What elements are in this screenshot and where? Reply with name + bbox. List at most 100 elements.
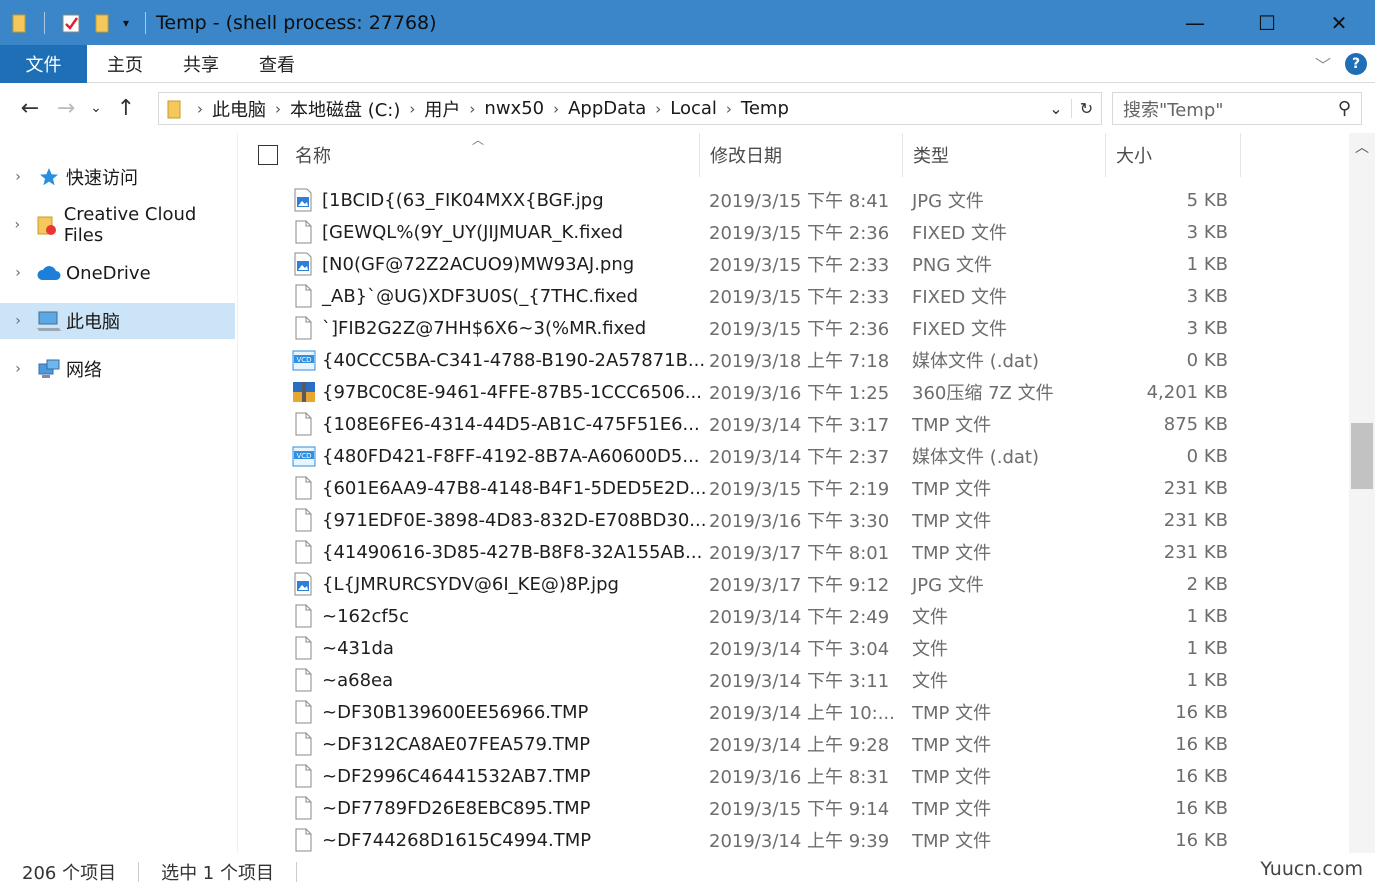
file-row[interactable]: {108E6FE6-4314-44D5-AB1C-475F51E6... 2019… (240, 408, 1348, 440)
file-row[interactable]: ~DF2996C46441532AB7.TMP 2019/3/16 上午 8:31… (240, 760, 1348, 792)
breadcrumb-users[interactable]: 用户 (419, 96, 465, 122)
breadcrumb-separator-icon[interactable]: › (193, 100, 207, 118)
file-size: 16 KB (1175, 829, 1228, 851)
file-date: 2019/3/14 下午 2:49 (709, 607, 890, 628)
tab-file[interactable]: 文件 (0, 44, 87, 83)
file-row[interactable]: {41490616-3D85-427B-B8F8-32A155AB... 2019… (240, 536, 1348, 568)
breadcrumb-user[interactable]: nwx50 (479, 98, 549, 119)
breadcrumb-separator-icon[interactable]: › (549, 100, 563, 118)
breadcrumb-temp[interactable]: Temp (736, 98, 794, 119)
expand-chevron-icon[interactable]: › (0, 265, 36, 281)
address-history-chevron-icon[interactable]: ⌄ (1041, 99, 1071, 118)
search-icon[interactable]: ⚲ (1338, 98, 1351, 119)
breadcrumb-separator-icon[interactable]: › (651, 100, 665, 118)
file-size: 16 KB (1175, 733, 1228, 755)
minimize-button[interactable]: — (1159, 0, 1231, 45)
breadcrumb-local-disk[interactable]: 本地磁盘 (C:) (285, 96, 405, 122)
archive-file-icon (292, 380, 315, 404)
file-type: TMP 文件 (912, 703, 992, 724)
expand-chevron-icon[interactable]: › (0, 169, 36, 185)
file-row[interactable]: `]FIB2G2Z@7HH$6X6~3(%MR.fixed 2019/3/15 下… (240, 312, 1348, 344)
sidebar-item-this-pc[interactable]: › 此电脑 (0, 303, 235, 339)
file-row[interactable]: ~DF744268D1615C4994.TMP 2019/3/14 上午 9:39… (240, 824, 1348, 854)
address-box[interactable]: › 此电脑 › 本地磁盘 (C:) › 用户 › nwx50 › AppData… (158, 92, 1102, 125)
breadcrumb-separator-icon[interactable]: › (271, 100, 285, 118)
file-type: TMP 文件 (912, 831, 992, 852)
expand-ribbon-chevron-icon[interactable]: ﹀ (1315, 52, 1331, 76)
file-row[interactable]: [GEWQL%(9Y_UY(JIJMUAR_K.fixed 2019/3/15 下… (240, 216, 1348, 248)
close-button[interactable]: ✕ (1303, 0, 1375, 45)
navigation-pane: › 快速访问 › Creative Cloud Files › OneDrive… (0, 133, 238, 853)
vertical-scrollbar[interactable]: ︿ (1349, 133, 1375, 853)
column-header-name[interactable]: 名称 (285, 133, 700, 177)
file-row[interactable]: VCD {40CCC5BA-C341-4788-B190-2A57871B... 2… (240, 344, 1348, 376)
file-date: 2019/3/17 下午 9:12 (709, 575, 890, 596)
customize-toolbar-chevron-icon[interactable]: ▾ (123, 16, 129, 30)
sidebar-item-onedrive[interactable]: › OneDrive (0, 255, 235, 291)
sidebar-item-network[interactable]: › 网络 (0, 351, 235, 387)
file-name: {971EDF0E-3898-4D83-832D-E708BD30... (322, 509, 707, 531)
file-row[interactable]: _AB}`@UG)XDF3U0S(_{7THC.fixed 2019/3/15 下… (240, 280, 1348, 312)
scroll-up-arrow-icon[interactable]: ︿ (1349, 137, 1375, 163)
breadcrumb-local[interactable]: Local (665, 98, 722, 119)
file-type: FIXED 文件 (912, 319, 1007, 340)
file-size: 3 KB (1186, 221, 1228, 243)
file-size: 875 KB (1163, 413, 1228, 435)
breadcrumb-separator-icon[interactable]: › (465, 100, 479, 118)
sidebar-item-creative-cloud-files[interactable]: › Creative Cloud Files (0, 204, 235, 246)
file-row[interactable]: {971EDF0E-3898-4D83-832D-E708BD30... 2019… (240, 504, 1348, 536)
breadcrumb-appdata[interactable]: AppData (563, 98, 651, 119)
file-size: 16 KB (1175, 765, 1228, 787)
file-row[interactable]: [1BCID{(63_FIK04MXX{BGF.jpg 2019/3/15 下午 … (240, 184, 1348, 216)
file-icon (292, 764, 314, 788)
sidebar-item-quick-access[interactable]: › 快速访问 (0, 159, 235, 195)
breadcrumb-this-pc[interactable]: 此电脑 (207, 96, 271, 122)
back-arrow-icon[interactable]: ← (12, 90, 48, 126)
file-row[interactable]: ~431da 2019/3/14 下午 3:04 文件 1 KB (240, 632, 1348, 664)
file-size: 16 KB (1175, 701, 1228, 723)
column-header-size[interactable]: 大小 (1106, 133, 1241, 177)
forward-arrow-icon[interactable]: → (48, 90, 84, 126)
help-icon[interactable]: ? (1345, 53, 1367, 75)
address-bar-row: ← → ⌄ ↑ › 此电脑 › 本地磁盘 (C:) › 用户 › nwx50 ›… (0, 83, 1375, 133)
expand-chevron-icon[interactable]: › (0, 217, 35, 233)
file-row[interactable]: [N0(GF@72Z2ACUO9)MW93AJ.png 2019/3/15 下午 … (240, 248, 1348, 280)
toolbar-divider (44, 11, 45, 34)
file-row[interactable]: VCD {480FD421-F8FF-4192-8B7A-A60600D5... 2… (240, 440, 1348, 472)
properties-icon[interactable] (61, 12, 83, 34)
file-row[interactable]: ~a68ea 2019/3/14 下午 3:11 文件 1 KB (240, 664, 1348, 696)
file-date: 2019/3/14 下午 3:17 (709, 415, 890, 436)
file-row[interactable]: ~DF312CA8AE07FEA579.TMP 2019/3/14 上午 9:28… (240, 728, 1348, 760)
file-date: 2019/3/14 下午 2:37 (709, 447, 890, 468)
media-file-icon: VCD (292, 444, 316, 468)
expand-chevron-icon[interactable]: › (0, 313, 36, 329)
tab-view[interactable]: 查看 (239, 45, 315, 83)
up-arrow-icon[interactable]: ↑ (108, 90, 144, 126)
image-file-icon (292, 572, 314, 596)
scrollbar-thumb[interactable] (1351, 423, 1373, 489)
column-header-date[interactable]: 修改日期 (700, 133, 903, 177)
tab-share[interactable]: 共享 (163, 45, 239, 83)
tab-home[interactable]: 主页 (87, 45, 163, 83)
file-row[interactable]: ~162cf5c 2019/3/14 下午 2:49 文件 1 KB (240, 600, 1348, 632)
file-date: 2019/3/15 下午 8:41 (709, 191, 890, 212)
search-input[interactable]: 搜索"Temp" ⚲ (1112, 92, 1362, 125)
new-folder-icon[interactable] (93, 12, 113, 34)
select-all-checkbox[interactable] (258, 145, 278, 165)
file-row[interactable]: ~DF7789FD26E8EBC895.TMP 2019/3/15 下午 9:14… (240, 792, 1348, 824)
watermark: Yuucn.com (1260, 858, 1363, 880)
maximize-button[interactable]: ☐ (1231, 0, 1303, 45)
file-row[interactable]: {97BC0C8E-9461-4FFE-87B5-1CCC6506... 2019… (240, 376, 1348, 408)
recent-locations-chevron-icon[interactable]: ⌄ (84, 90, 108, 126)
file-row[interactable]: ~DF30B139600EE56966.TMP 2019/3/14 上午 10:.… (240, 696, 1348, 728)
file-row[interactable]: {601E6AA9-47B8-4148-B4F1-5DED5E2D... 2019… (240, 472, 1348, 504)
file-type: 360压缩 7Z 文件 (912, 383, 1054, 404)
refresh-icon[interactable]: ↻ (1071, 99, 1101, 118)
breadcrumb-separator-icon[interactable]: › (405, 100, 419, 118)
breadcrumb-separator-icon[interactable]: › (722, 100, 736, 118)
expand-chevron-icon[interactable]: › (0, 361, 36, 377)
file-date: 2019/3/16 下午 1:25 (709, 383, 890, 404)
column-header-type[interactable]: 类型 (903, 133, 1106, 177)
file-date: 2019/3/16 下午 3:30 (709, 511, 890, 532)
file-row[interactable]: {L{JMRURCSYDV@6I_KE@)8P.jpg 2019/3/17 下午 … (240, 568, 1348, 600)
